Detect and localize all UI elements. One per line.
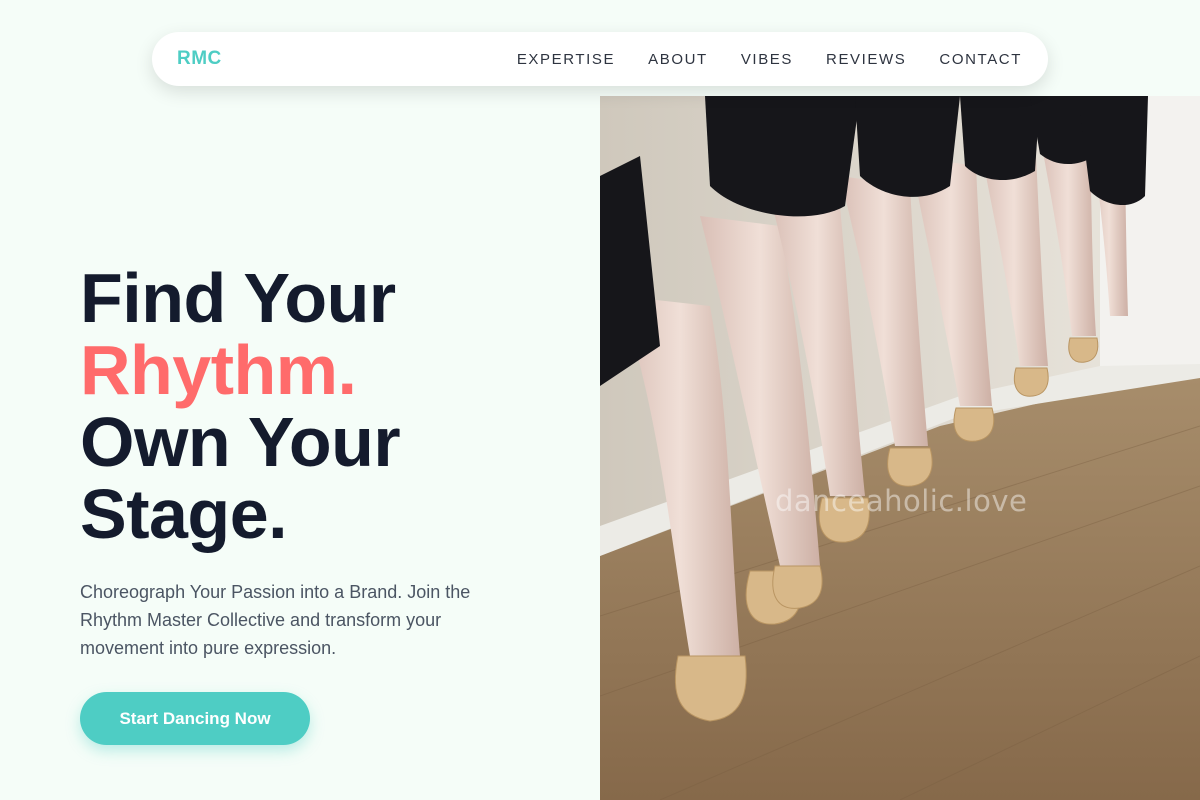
hero-heading-line-4: Stage. (80, 475, 288, 553)
start-dancing-button[interactable]: Start Dancing Now (80, 692, 310, 745)
hero-section: Find Your Rhythm. Own Your Stage. Choreo… (80, 262, 580, 745)
hero-heading: Find Your Rhythm. Own Your Stage. (80, 262, 580, 550)
hero-heading-accent: Rhythm. (80, 331, 357, 409)
nav-links: EXPERTISE ABOUT VIBES REVIEWS CONTACT (517, 51, 1022, 68)
hero-subtitle: Choreograph Your Passion into a Brand. J… (80, 582, 471, 658)
nav-link-expertise[interactable]: EXPERTISE (517, 51, 615, 68)
nav-link-contact[interactable]: CONTACT (939, 51, 1022, 68)
photo-watermark: danceaholic.love (775, 484, 1028, 518)
hero-heading-line-3: Own Your (80, 403, 401, 481)
ballet-dancers-illustration (600, 96, 1200, 800)
hero-photo: danceaholic.love (600, 96, 1200, 800)
brand-logo[interactable]: RMC (177, 48, 222, 70)
nav-link-reviews[interactable]: REVIEWS (826, 51, 906, 68)
top-navbar: RMC EXPERTISE ABOUT VIBES REVIEWS CONTAC… (152, 32, 1048, 86)
hero-heading-line-1: Find Your (80, 259, 396, 337)
nav-link-vibes[interactable]: VIBES (741, 51, 793, 68)
nav-link-about[interactable]: ABOUT (648, 51, 708, 68)
